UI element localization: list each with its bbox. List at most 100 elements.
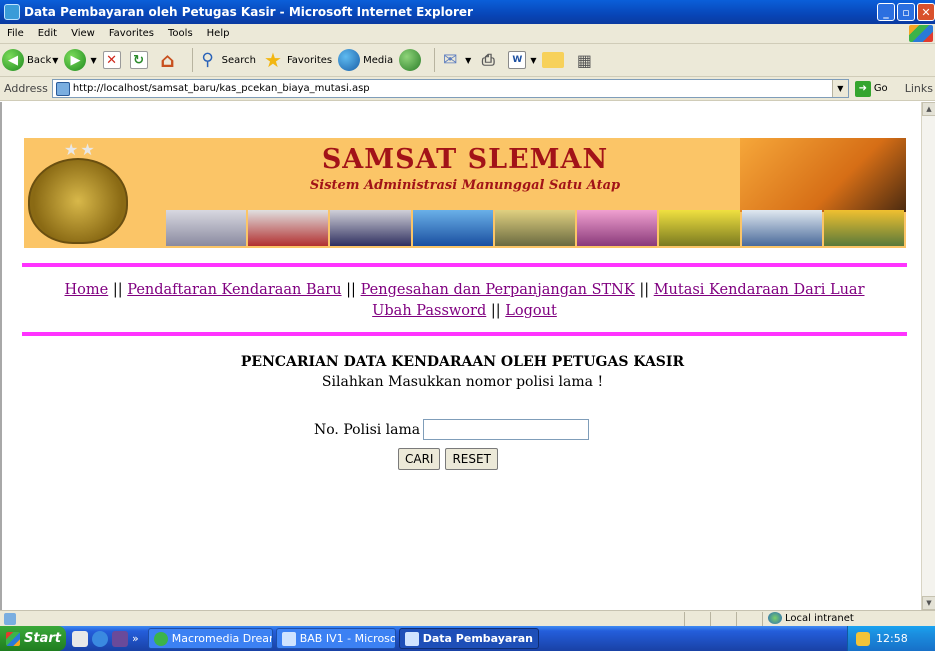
address-url[interactable]: http://localhost/samsat_baru/kas_pcekan_… [73, 83, 370, 94]
car-image [412, 210, 493, 246]
forward-arrow-icon: ▶ [64, 49, 87, 71]
back-dropdown-icon[interactable]: ▼ [52, 56, 58, 65]
intranet-globe-icon [768, 612, 782, 624]
back-label: Back [27, 54, 52, 66]
nav-logout-link[interactable]: Logout [505, 303, 557, 319]
address-input[interactable]: http://localhost/samsat_baru/kas_pcekan_… [51, 79, 849, 98]
refresh-button[interactable]: ↻ [129, 51, 151, 69]
forward-button[interactable]: ▶ ▼ [64, 49, 97, 71]
menu-view[interactable]: View [64, 28, 102, 39]
close-button[interactable]: ✕ [917, 3, 935, 21]
windows-flag-icon [6, 631, 20, 646]
toolbar-separator [191, 48, 193, 72]
word-icon [281, 631, 296, 646]
links-button[interactable]: Links [905, 82, 933, 95]
window-titlebar[interactable]: Data Pembayaran oleh Petugas Kasir - Mic… [0, 0, 935, 24]
pink-divider [22, 332, 907, 336]
windows-taskbar: Start » Macromedia Dream... BAB IV1 - Mi… [0, 626, 935, 651]
system-tray: 12:58 [847, 626, 935, 651]
ie-app-icon [4, 4, 20, 20]
taskbar-item-dreamweaver[interactable]: Macromedia Dream... [147, 628, 273, 649]
nav-mutasi-link[interactable]: Mutasi Kendaraan Dari Luar [654, 282, 865, 298]
ie-quicklaunch-icon[interactable] [92, 630, 108, 647]
reset-button[interactable]: RESET [445, 448, 498, 470]
home-button[interactable]: ⌂ [157, 48, 182, 72]
window-title: Data Pembayaran oleh Petugas Kasir - Mic… [24, 5, 473, 19]
mail-button[interactable]: ✉ ▼ [439, 49, 471, 71]
media-player-icon[interactable] [112, 630, 128, 647]
edit-dropdown-icon[interactable]: ▼ [530, 56, 536, 65]
police-number-input[interactable] [423, 419, 590, 440]
windows-logo-icon [909, 25, 933, 42]
media-icon [338, 49, 361, 71]
pink-divider [22, 263, 907, 267]
security-zone: Local intranet [768, 612, 854, 624]
scroll-down-icon[interactable]: ▼ [922, 596, 935, 610]
menu-file[interactable]: File [0, 28, 31, 39]
favorites-label: Favorites [286, 54, 333, 66]
menu-edit[interactable]: Edit [31, 28, 64, 39]
address-dropdown-icon[interactable]: ▼ [831, 80, 848, 97]
forward-dropdown-icon[interactable]: ▼ [90, 56, 96, 65]
status-cell [684, 612, 685, 626]
nav-pengesahan-link[interactable]: Pengesahan dan Perpanjangan STNK [361, 282, 635, 298]
edit-button[interactable]: W ▼ [508, 51, 536, 69]
go-button[interactable]: ➜ Go [854, 80, 888, 97]
zone-label: Local intranet [785, 612, 854, 624]
refresh-icon: ↻ [129, 51, 148, 69]
favorites-button[interactable]: ★ Favorites [262, 48, 333, 72]
menu-favorites[interactable]: Favorites [102, 28, 161, 39]
form-buttons: CARI RESET [398, 448, 503, 470]
nav-pendaftaran-link[interactable]: Pendaftaran Kendaraan Baru [127, 282, 341, 298]
motorbike-image [248, 210, 329, 246]
page-status-icon [4, 612, 16, 625]
menu-help[interactable]: Help [200, 28, 237, 39]
back-button[interactable]: ◀ Back ▼ [2, 49, 58, 71]
vertical-scrollbar[interactable]: ▲ ▼ [921, 102, 935, 610]
samsat-banner: ★★ SAMSAT SLEMAN Sistem Administrasi Man… [24, 138, 906, 248]
quick-launch: » [72, 630, 139, 647]
show-desktop-icon[interactable] [72, 630, 88, 647]
media-button[interactable]: Media [338, 49, 393, 71]
discuss-button[interactable] [542, 52, 567, 68]
messenger-icon: ▦ [576, 50, 593, 70]
search-submit-button[interactable]: CARI [398, 448, 441, 470]
nav-home-link[interactable]: Home [65, 282, 109, 298]
nav-separator: || [112, 282, 123, 298]
search-button[interactable]: ⚲ Search [197, 49, 256, 71]
motorbike-image [166, 210, 247, 246]
print-button[interactable]: ⎙ [477, 49, 502, 71]
tray-app-icon[interactable] [856, 631, 870, 646]
mail-icon: ✉ [443, 50, 458, 70]
page-icon [55, 81, 70, 96]
taskbar-item-label: BAB IV1 - Microsoft ... [299, 632, 395, 645]
messenger-button[interactable]: ▦ [573, 49, 598, 71]
go-label: Go [873, 83, 888, 94]
menu-tools[interactable]: Tools [161, 28, 200, 39]
vehicle-strip-image [166, 210, 906, 246]
start-button[interactable]: Start [0, 626, 66, 651]
bus-image [741, 210, 822, 246]
toolbar-separator [434, 48, 436, 72]
stop-icon: ✕ [102, 51, 121, 69]
maximize-button[interactable]: ▫ [897, 3, 915, 21]
nav-ubah-password-link[interactable]: Ubah Password [372, 303, 486, 319]
mail-dropdown-icon[interactable]: ▼ [465, 56, 471, 65]
taskbar-item-word[interactable]: BAB IV1 - Microsoft ... [275, 628, 396, 649]
address-bar: Address http://localhost/samsat_baru/kas… [0, 77, 935, 101]
back-arrow-icon: ◀ [2, 49, 24, 71]
instruction-text: Silahkan Masukkan nomor polisi lama ! [321, 374, 604, 390]
nav-separator: || [639, 282, 650, 298]
minimize-button[interactable]: _ [877, 3, 895, 21]
dreamweaver-icon [153, 631, 168, 646]
taskbar-item-ie[interactable]: Data Pembayaran ... [398, 628, 539, 649]
word-edit-icon: W [508, 51, 527, 69]
search-label: Search [221, 54, 256, 66]
scroll-up-icon[interactable]: ▲ [922, 102, 935, 116]
history-button[interactable] [399, 49, 424, 71]
main-nav: Home || Pendaftaran Kendaraan Baru || Pe… [22, 282, 907, 298]
stop-button[interactable]: ✕ [102, 51, 124, 69]
quicklaunch-chevron-icon[interactable]: » [132, 632, 139, 645]
nav-separator: || [490, 303, 501, 319]
police-number-label: No. Polisi lama [314, 421, 421, 438]
